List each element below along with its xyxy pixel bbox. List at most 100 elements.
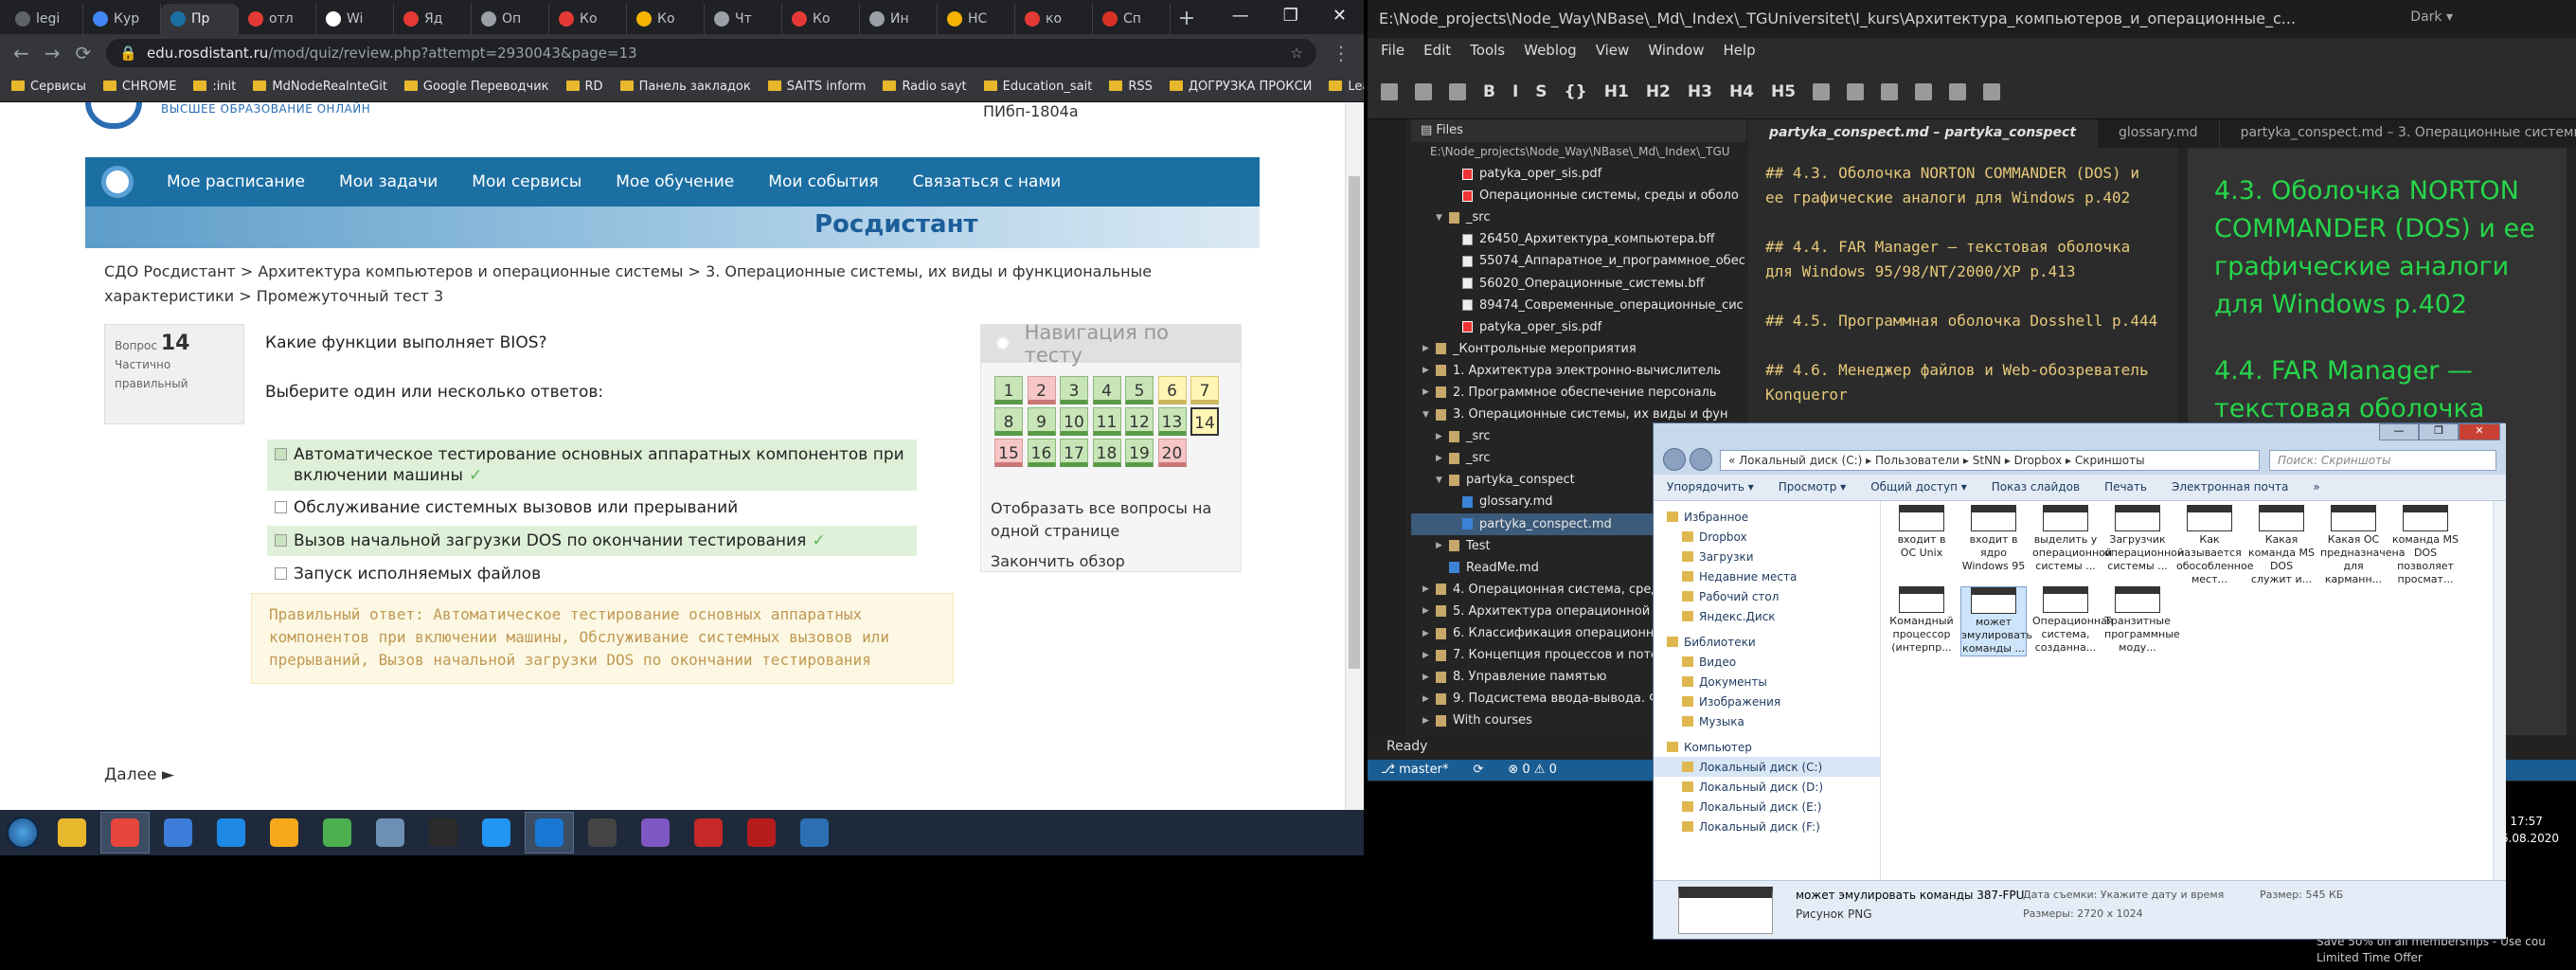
explorer-sidebar-item[interactable]: Музыка <box>1654 711 1880 731</box>
taskbar-app-app13[interactable] <box>684 812 733 853</box>
menu-item[interactable]: Window <box>1648 42 1704 61</box>
menu-item[interactable]: Weblog <box>1524 42 1577 61</box>
code-icon[interactable] <box>1983 82 2001 100</box>
show-all-link[interactable]: Отобразать все вопросы на одной странице <box>991 497 1237 543</box>
site-nav-item[interactable]: Мое обучение <box>599 157 751 207</box>
expand-arrow-icon[interactable]: ▼ <box>1436 476 1449 485</box>
taskbar-app-app6[interactable] <box>313 812 362 853</box>
explorer-file[interactable]: Операционная система, созданна... <box>2032 586 2113 655</box>
file-tree-item[interactable]: ▶ 1. Архитектура электронно-вычислитель <box>1411 360 1746 382</box>
branch-indicator[interactable]: ⎇ master* <box>1381 763 1448 778</box>
bookmark-item[interactable]: Learn_Node.js <box>1329 80 1364 94</box>
file-tree-item[interactable]: patyka_oper_sis.pdf <box>1411 316 1746 338</box>
file-tree-item[interactable]: Операционные системы, среды и оболо <box>1411 185 1746 207</box>
file-tree-item[interactable]: patyka_oper_sis.pdf <box>1411 163 1746 185</box>
expand-arrow-icon[interactable]: ▶ <box>1436 432 1449 441</box>
link-icon[interactable] <box>1813 82 1831 100</box>
bookmark-item[interactable]: ДОГРУЗКА ПРОКСИ <box>1169 80 1312 94</box>
explorer-search-input[interactable]: Поиск: Скриншоты <box>2269 450 2496 471</box>
answer-checkbox[interactable] <box>275 534 287 547</box>
new-tab-button[interactable]: + <box>1171 4 1203 34</box>
browser-tab[interactable]: Ко <box>782 4 860 34</box>
question-nav-button[interactable]: 12 <box>1125 407 1154 436</box>
editor-tab[interactable]: partyka_conspect.md – 3. Операционные си… <box>2220 119 2576 148</box>
list-icon[interactable] <box>1915 82 1933 100</box>
taskbar-app-terminal[interactable] <box>419 812 468 853</box>
explorer-file[interactable]: входит в ОС Unix <box>1888 505 1955 560</box>
site-nav-item[interactable]: Мое расписание <box>150 157 322 207</box>
taskbar-app-qbittorrent[interactable] <box>790 812 839 853</box>
question-nav-button[interactable]: 15 <box>994 439 1023 467</box>
sync-icon[interactable]: ⟳ <box>1473 763 1483 778</box>
format-button[interactable]: S <box>1535 82 1547 101</box>
explorer-sidebar-item[interactable]: Библиотеки <box>1654 632 1880 652</box>
explorer-command[interactable]: Просмотр ▾ <box>1779 480 1846 494</box>
expand-arrow-icon[interactable]: ▶ <box>1422 716 1436 726</box>
expand-arrow-icon[interactable]: ▶ <box>1436 454 1449 463</box>
site-nav-item[interactable]: Мои сервисы <box>455 157 599 207</box>
expand-arrow-icon[interactable]: ▶ <box>1422 673 1436 682</box>
site-nav-item[interactable]: Мои события <box>751 157 895 207</box>
expand-arrow-icon[interactable]: ▶ <box>1422 606 1436 616</box>
add-icon[interactable] <box>1415 82 1432 100</box>
table-icon[interactable] <box>1881 82 1899 100</box>
taskbar-app-acrobat[interactable] <box>737 812 786 853</box>
menu-item[interactable]: Tools <box>1470 42 1505 61</box>
format-button[interactable]: H4 <box>1729 82 1754 101</box>
file-tree-item[interactable]: 56020_Операционные_системы.bff <box>1411 272 1746 294</box>
browser-tab[interactable]: Wi <box>316 4 394 34</box>
explorer-sidebar-item[interactable]: Изображения <box>1654 692 1880 711</box>
star-icon[interactable]: ☆ <box>1291 45 1303 62</box>
editor-tab[interactable]: glossary.md <box>2098 119 2220 148</box>
expand-arrow-icon[interactable]: ▶ <box>1422 584 1436 594</box>
file-tree-item[interactable]: ▶ 2. Программное обеспечение персональ <box>1411 382 1746 404</box>
format-button[interactable]: H1 <box>1604 82 1629 101</box>
question-nav-button[interactable]: 13 <box>1157 407 1187 436</box>
extensions-icon[interactable]: ⋮ <box>1332 42 1351 64</box>
explorer-address[interactable]: « Локальный диск (C:) ▸ Пользователи ▸ S… <box>1720 450 2260 471</box>
explorer-sidebar-item[interactable]: Недавние места <box>1654 566 1880 586</box>
question-nav-button[interactable]: 17 <box>1060 439 1088 467</box>
start-button[interactable] <box>0 810 45 855</box>
expand-arrow-icon[interactable]: ▶ <box>1436 541 1449 550</box>
answer-option[interactable]: Обслуживание системных вызовов или преры… <box>267 493 917 523</box>
explorer-file[interactable]: может эмулировать команды ... <box>1960 586 2032 656</box>
forward-icon[interactable]: → <box>45 42 61 64</box>
explorer-command[interactable]: Электронная почта <box>2172 480 2288 494</box>
question-nav-button[interactable]: 8 <box>994 407 1023 436</box>
format-button[interactable]: H2 <box>1646 82 1671 101</box>
forward-icon[interactable] <box>1690 448 1712 471</box>
question-nav-button[interactable]: 7 <box>1190 376 1219 404</box>
bookmark-item[interactable]: MdNodeRealnteGit <box>253 80 387 94</box>
explorer-file[interactable]: Какая команда MS DOS служит и... <box>2248 505 2315 586</box>
taskbar-app-teamviewer[interactable] <box>206 812 256 853</box>
bookmark-item[interactable]: Education_sait <box>983 80 1092 94</box>
question-nav-button[interactable]: 18 <box>1092 439 1121 467</box>
question-nav-button[interactable]: 5 <box>1125 376 1154 404</box>
maximize-button[interactable]: ❐ <box>2419 423 2459 440</box>
expand-arrow-icon[interactable]: ▶ <box>1422 387 1436 397</box>
bookmark-item[interactable]: Radio sayt <box>883 80 967 94</box>
explorer-file[interactable]: выделить у операционной системы ... <box>2032 505 2112 573</box>
menu-item[interactable]: Help <box>1723 42 1755 61</box>
taskbar-app-app12[interactable] <box>631 812 680 853</box>
browser-tab[interactable]: Ин <box>860 4 938 34</box>
explorer-file[interactable]: Как называется обособленное мест... <box>2176 505 2254 586</box>
browser-tab[interactable]: ко <box>1015 4 1093 34</box>
question-nav-button[interactable]: 11 <box>1092 407 1121 436</box>
maximize-button[interactable]: ❐ <box>1283 6 1298 26</box>
format-button[interactable]: H5 <box>1771 82 1796 101</box>
explorer-file[interactable]: входит в ядро Windows 95 <box>1960 505 2027 573</box>
browser-tab[interactable]: отл <box>239 4 316 34</box>
quote-icon[interactable] <box>1949 82 1967 100</box>
menu-item[interactable]: File <box>1381 42 1404 61</box>
expand-arrow-icon[interactable]: ▶ <box>1422 629 1436 638</box>
question-nav-button[interactable]: 1 <box>994 376 1023 404</box>
explorer-sidebar-item[interactable]: Локальный диск (F:) <box>1654 817 1880 836</box>
browser-tab[interactable]: Кур <box>83 4 161 34</box>
minimize-button[interactable]: — <box>2379 423 2419 440</box>
explorer-command[interactable]: Упорядочить ▾ <box>1667 480 1754 494</box>
question-nav-button[interactable]: 10 <box>1060 407 1088 436</box>
url-input[interactable]: 🔒 edu.rosdistant.ru /mod/quiz/review.php… <box>106 39 1316 67</box>
question-nav-button[interactable]: 3 <box>1060 376 1088 404</box>
